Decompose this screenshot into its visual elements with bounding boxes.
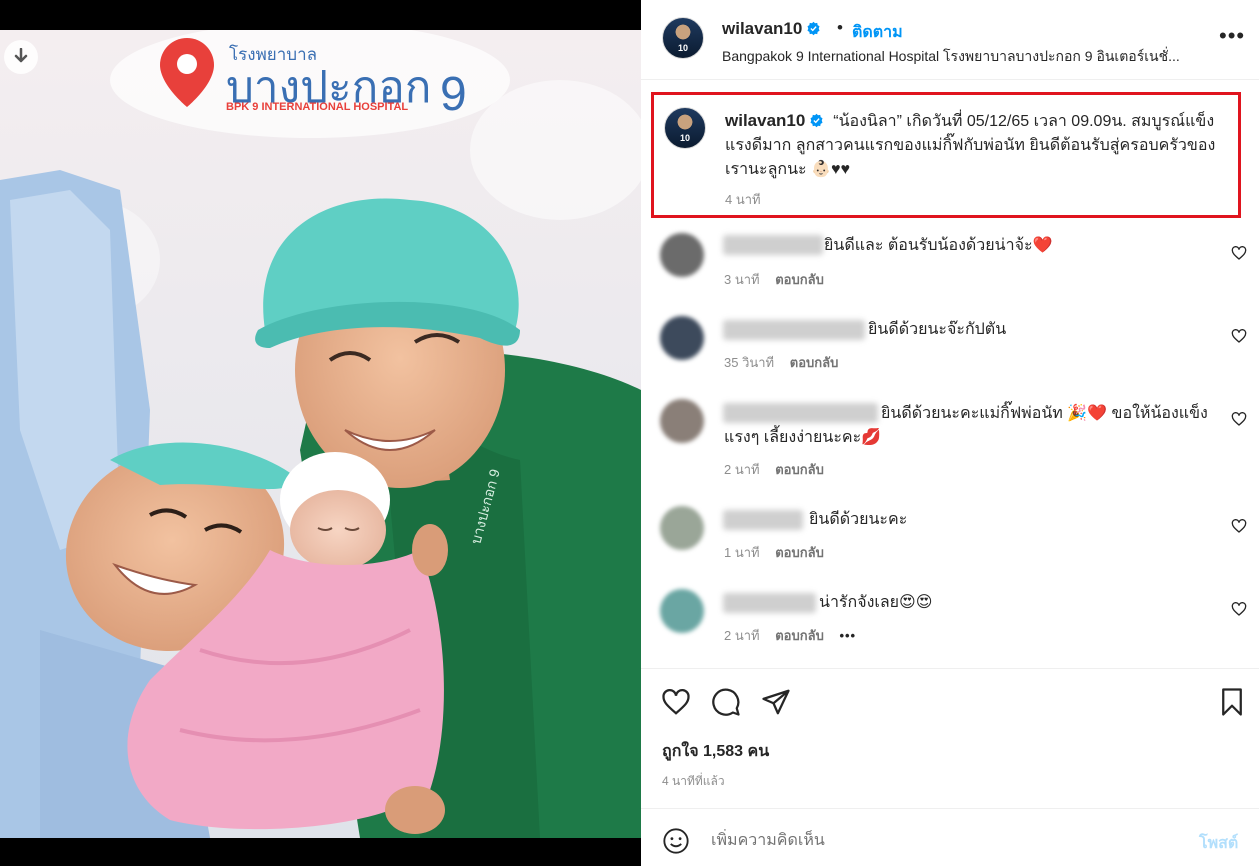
share-icon[interactable] [761,687,791,717]
download-icon [14,48,28,63]
comment-text: ยินดีด้วยนะคะ [809,511,908,528]
comment-meta: 2 นาที ตอบกลับ ••• [724,625,868,646]
header-separator: • [837,18,843,37]
post-header: wilavan10 • ติดตาม Bangpakok 9 Internati… [641,0,1259,80]
commenter-name-blurred[interactable] [723,510,803,530]
comment-meta: 3 นาที ตอบกลับ [724,269,836,290]
post-timestamp: 4 นาทีที่แล้ว [662,774,725,788]
reply-button[interactable]: ตอบกลับ [775,628,824,643]
commenter-name-blurred[interactable] [723,235,823,255]
heart-icon[interactable] [1231,245,1247,261]
add-comment-bar: โพสต์ [641,808,1259,866]
verified-icon [807,21,820,36]
heart-icon[interactable] [1231,518,1247,534]
caption-avatar[interactable] [664,107,706,149]
post-side-panel: wilavan10 • ติดตาม Bangpakok 9 Internati… [641,0,1259,866]
emoji-icon[interactable] [662,827,690,855]
comment-meta: 35 วินาที ตอบกลับ [724,352,850,373]
commenter-avatar[interactable] [660,506,704,550]
caption-highlight: wilavan10 “น้องนิลา” เกิดวันที่ 05/12/65… [651,92,1241,218]
follow-button[interactable]: ติดตาม [852,20,903,45]
comment-meta: 2 นาที ตอบกลับ [724,459,836,480]
reply-button[interactable]: ตอบกลับ [775,462,824,477]
heart-icon[interactable] [1231,601,1247,617]
post-photo[interactable]: โรงพยาบาล บางปะกอก 9 BPK 9 INTERNATIONAL… [0,30,641,838]
post-media: โรงพยาบาล บางปะกอก 9 BPK 9 INTERNATIONAL… [0,0,641,866]
comment-icon[interactable] [711,687,741,717]
comment-time: 2 นาที [724,628,760,643]
commenter-avatar[interactable] [660,399,704,443]
comment-input[interactable] [711,829,1161,853]
download-button[interactable] [4,40,38,74]
comment-text: ยินดีด้วยนะคะแม่กิ๊ฟพ่อนัท 🎉❤️ ขอให้น้อง… [724,405,1208,446]
sign-sub-text: BPK 9 INTERNATIONAL HOSPITAL [226,101,408,113]
commenter-avatar[interactable] [660,233,704,277]
instagram-post-view: โรงพยาบาล บางปะกอก 9 BPK 9 INTERNATIONAL… [0,0,1259,866]
reply-button[interactable]: ตอบกลับ [775,272,824,287]
post-location[interactable]: Bangpakok 9 International Hospital โรงพย… [722,46,1202,68]
comment-text: ยินดีและ ต้อนรับน้องด้วยน่าจ้ะ❤️ [824,237,1053,254]
comment-time: 3 นาที [724,272,760,287]
caption-text-block: wilavan10 “น้องนิลา” เกิดวันที่ 05/12/65… [725,109,1235,182]
comment-time: 35 วินาที [724,355,775,370]
comment-time: 1 นาที [724,545,760,560]
bookmark-icon[interactable] [1217,687,1247,717]
comment-text: น่ารักจังเลย😍😍 [819,594,933,611]
commenter-name-blurred[interactable] [723,593,816,613]
heart-icon[interactable] [1231,328,1247,344]
like-count[interactable]: ถูกใจ 1,583 คน [662,739,769,764]
caption-username[interactable]: wilavan10 [725,111,805,130]
post-comment-button[interactable]: โพสต์ [1199,831,1238,856]
commenter-name-blurred[interactable] [723,320,865,340]
author-avatar[interactable] [662,17,704,59]
more-options-icon[interactable]: ••• [1219,25,1245,47]
reply-button[interactable]: ตอบกลับ [775,545,824,560]
verified-icon [810,113,823,128]
sign-number-text: 9 [440,68,467,121]
author-username-text[interactable]: wilavan10 [722,19,802,38]
commenter-avatar[interactable] [660,316,704,360]
heart-icon[interactable] [1231,411,1247,427]
comment-text: ยินดีด้วยนะจ๊ะกัปตัน [868,321,1007,338]
comment-meta: 1 นาที ตอบกลับ [724,542,836,563]
commenter-avatar[interactable] [660,589,704,633]
like-heart-icon[interactable] [661,687,691,717]
comment-time: 2 นาที [724,462,760,477]
author-username[interactable]: wilavan10 [722,19,821,39]
reply-button[interactable]: ตอบกลับ [790,355,839,370]
sign-top-text: โรงพยาบาล [229,44,317,64]
caption-time: 4 นาที [725,192,761,207]
comment-more-icon[interactable]: ••• [839,628,856,643]
